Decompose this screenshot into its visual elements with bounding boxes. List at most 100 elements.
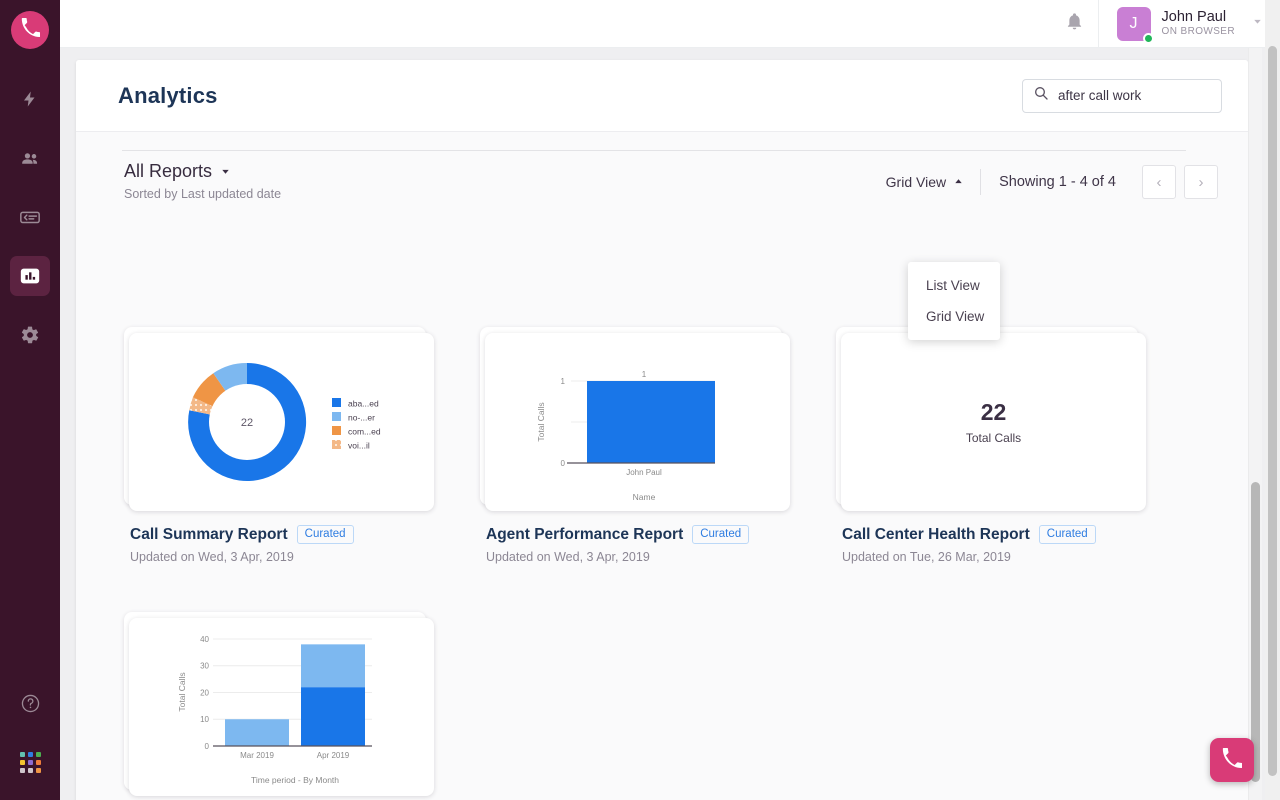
user-name: John Paul [1161,9,1227,26]
primary-sidebar [0,0,60,800]
report-thumbnail-stack: 22 Total Calls [836,327,1146,511]
y-tick-label: 0 [561,459,566,468]
sidebar-item-apps[interactable] [10,742,50,782]
bar-segment [301,687,365,746]
status-badge: Curated [692,525,750,544]
phone-icon [21,18,40,42]
caret-down-icon [220,160,231,183]
report-title-row: Call Center Health Report Curated [842,525,1146,544]
filter-group: All Reports Sorted by Last updated date [124,160,281,203]
legend-label: voi...il [348,441,370,451]
apps-grid-icon [19,751,41,773]
thumbnail-front-layer: 22 Total Calls [841,333,1146,511]
top-navigation-bar: J John Paul ON BROWSER [60,0,1280,48]
bell-icon [1065,12,1084,36]
presence-indicator [1142,32,1154,44]
legend-swatch [332,412,341,421]
all-reports-filter-button[interactable]: All Reports [124,160,231,183]
phone-icon [1222,747,1243,773]
page-canvas: Analytics All Reports [60,48,1280,800]
y-tick-label: 20 [200,689,209,698]
report-updated-date: Updated on Wed, 3 Apr, 2019 [486,550,650,564]
report-card[interactable]: 22 Total Calls Call Center Health Report… [836,327,1146,564]
avatar: J [1116,6,1154,44]
kpi-tile: 22 Total Calls [841,333,1146,511]
status-badge: Curated [1038,525,1096,544]
legend-label: no-...er [348,413,375,423]
y-axis-label: Total Calls [177,672,187,711]
report-card[interactable]: 1 0 1 John Paul Name Total Calls Agent P… [480,327,790,564]
dropdown-option-grid-view[interactable]: Grid View [908,301,1000,332]
search-icon [1033,85,1049,106]
sidebar-item-help[interactable] [10,683,50,723]
report-title: Call Summary Report [130,525,288,543]
dropdown-option-list-view[interactable]: List View [908,270,1000,301]
legend-swatch [332,440,341,449]
window-scrollbar-track[interactable] [1265,0,1280,800]
report-title: Call Center Health Report [842,525,1030,543]
bar [587,381,715,463]
report-meta: Call Center Health Report Curated Update… [836,525,1146,564]
view-mode-label: Grid View [885,174,947,190]
thumbnail-front-layer: 1 0 1 John Paul Name Total Calls [485,333,790,511]
sidebar-item-contacts[interactable] [10,138,50,178]
bar-segment [301,644,365,688]
pagination-next-button[interactable]: › [1184,165,1218,199]
people-icon [20,148,41,169]
kpi-value: 22 [980,399,1007,425]
legend-label: com...ed [348,427,381,437]
caret-up-icon [953,174,964,190]
report-meta: Call Summary Report Curated Updated on W… [124,525,434,564]
sidebar-item-settings[interactable] [10,315,50,355]
report-title: Agent Performance Report [486,525,684,543]
call-log-icon [19,206,41,228]
y-tick-label: 0 [205,742,210,751]
reports-grid: 22 aba...ed no-...er com...ed voi...il C… [76,327,1248,800]
help-circle-icon [20,693,41,714]
report-updated-date: Updated on Tue, 26 Mar, 2019 [842,550,1011,564]
avatar-initial: J [1129,14,1138,32]
chevron-down-icon[interactable] [1251,15,1264,33]
page-title: Analytics [118,82,218,108]
bar-segment [225,719,289,746]
report-card[interactable]: 22 aba...ed no-...er com...ed voi...il C… [124,327,434,564]
window-scrollbar-thumb[interactable] [1268,46,1277,776]
analytics-panel: Analytics All Reports [76,60,1248,800]
bar-chart-icon [19,265,41,287]
dialer-fab-button[interactable] [1210,738,1254,782]
donut-center-value: 22 [241,417,253,429]
report-updated-date: Updated on Wed, 3 Apr, 2019 [130,550,294,564]
pagination-prev-button[interactable]: ‹ [1142,165,1176,199]
stacked-bar-chart: 40 30 20 10 0 Mar 2019 Apr 2019 Time per… [177,635,372,785]
y-axis-label: Total Calls [536,402,546,441]
legend-label: aba...ed [348,399,379,409]
legend-swatch [332,398,341,407]
sorted-by-label: Sorted by Last updated date [124,187,282,201]
view-mode-dropdown-menu[interactable]: List View Grid View [908,262,1000,340]
thumbnail-front-layer: 22 aba...ed no-...er com...ed voi...il [129,333,434,511]
sidebar-item-activity[interactable] [10,79,50,119]
toolbar-right-group: Grid View Showing 1 - 4 of 4 ‹ › [886,165,1218,199]
report-thumbnail-stack: 1 0 1 John Paul Name Total Calls [480,327,790,511]
search-input[interactable] [1058,88,1211,103]
notifications-button[interactable] [1052,0,1098,48]
bar-data-label: 1 [642,370,647,379]
report-meta: Agent Performance Report Curated Updated… [480,525,790,564]
pagination-summary: Showing 1 - 4 of 4 [999,174,1116,190]
gear-icon [20,325,40,345]
kpi-label: Total Calls [965,431,1022,445]
user-info: John Paul ON BROWSER [1162,9,1235,37]
view-mode-button[interactable]: Grid View [886,174,980,190]
app-logo[interactable] [11,11,49,49]
search-box[interactable] [1022,78,1222,113]
user-status: ON BROWSER [1161,26,1235,38]
x-tick-label: Apr 2019 [317,751,350,760]
sidebar-item-analytics[interactable] [10,256,50,296]
sidebar-item-calls[interactable] [10,197,50,237]
status-badge: Curated [296,525,354,544]
filter-label: All Reports [124,161,213,181]
user-menu[interactable]: J John Paul ON BROWSER [1097,0,1280,48]
report-card[interactable]: 40 30 20 10 0 Mar 2019 Apr 2019 Time per… [124,612,434,800]
content-scrollbar-thumb[interactable] [1251,482,1260,782]
report-thumbnail-stack: 40 30 20 10 0 Mar 2019 Apr 2019 Time per… [124,612,434,796]
